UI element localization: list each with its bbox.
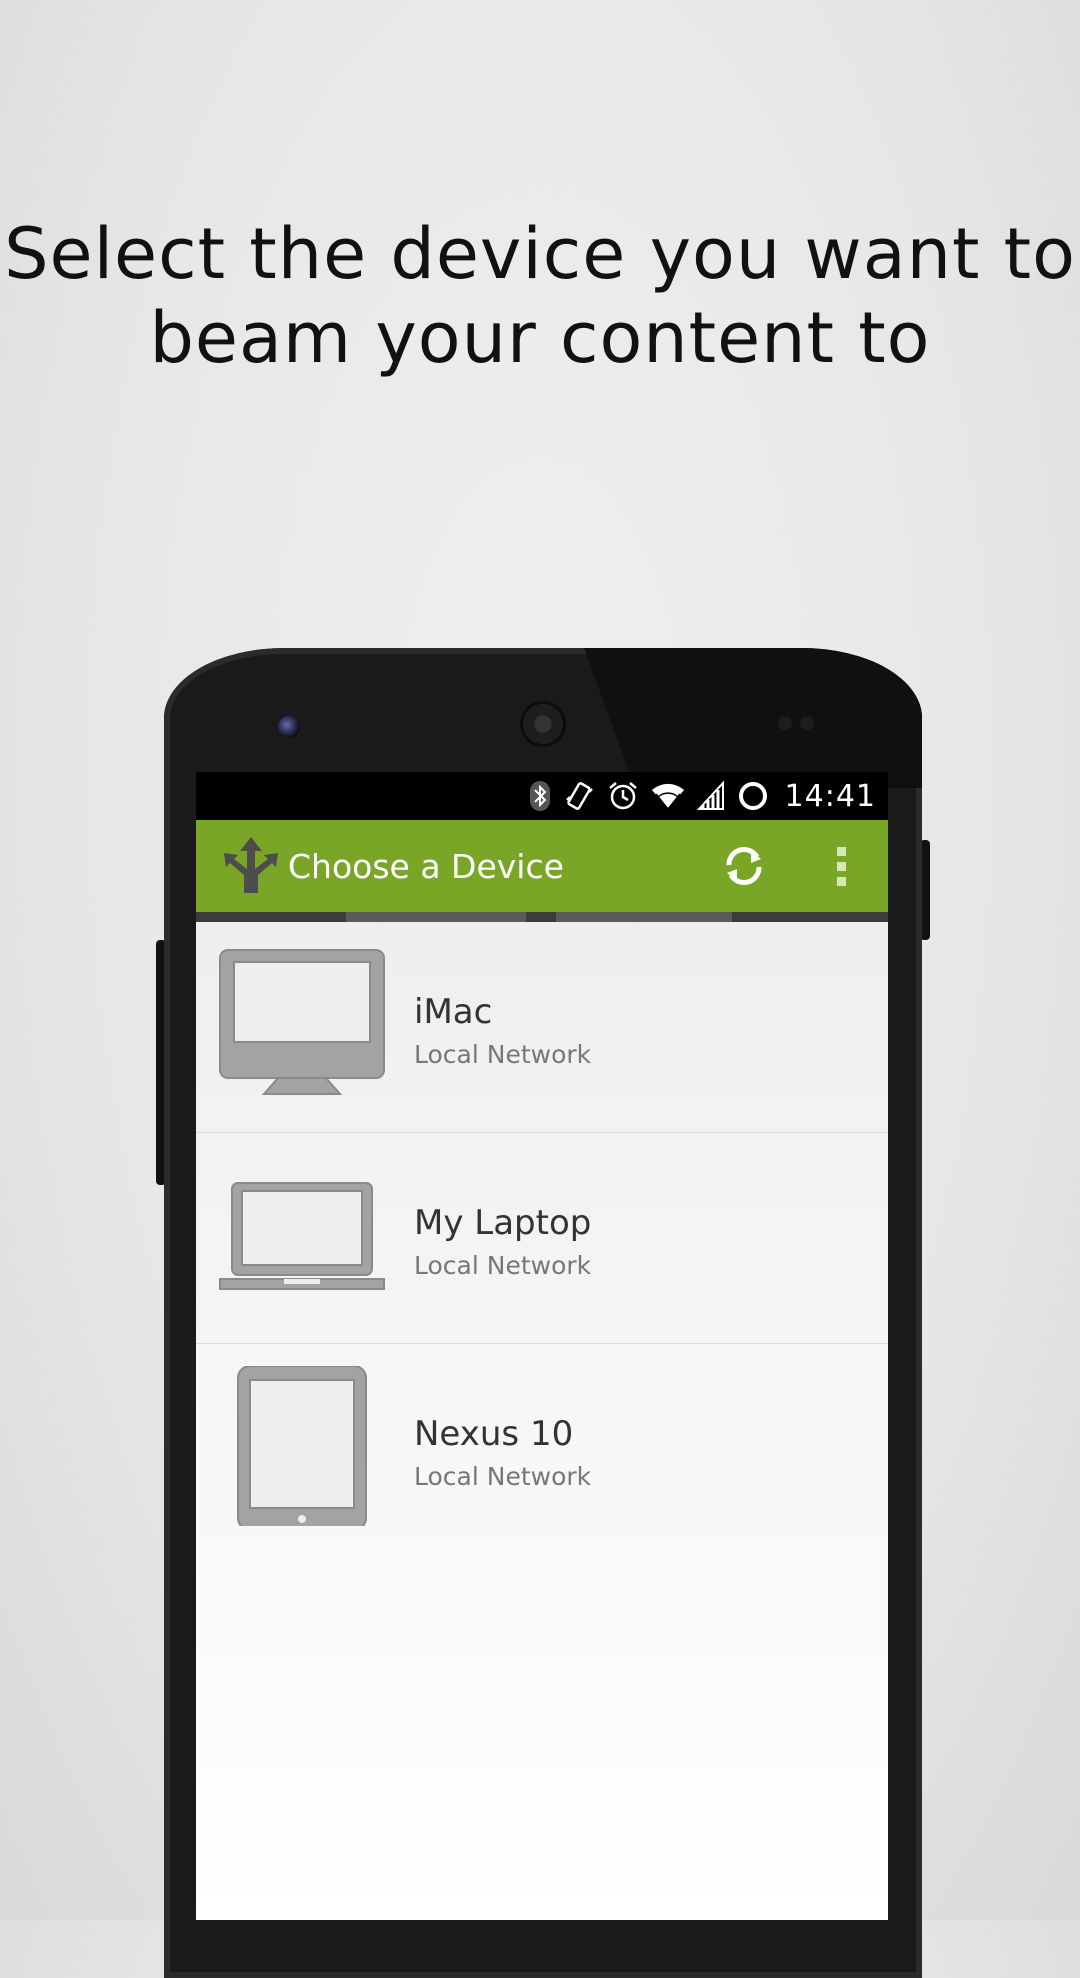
battery-ring-icon bbox=[737, 780, 769, 812]
device-row-my-laptop[interactable]: My Laptop Local Network bbox=[196, 1133, 888, 1344]
device-list: iMac Local Network My Laptop Local Netwo… bbox=[196, 922, 888, 1555]
app-logo-icon[interactable] bbox=[220, 835, 282, 897]
phone-gloss bbox=[584, 648, 922, 788]
device-name: My Laptop bbox=[414, 1203, 592, 1243]
device-network: Local Network bbox=[414, 1251, 592, 1280]
overflow-menu-button[interactable] bbox=[826, 836, 856, 896]
desktop-monitor-icon bbox=[219, 949, 385, 1095]
device-row-imac[interactable]: iMac Local Network bbox=[196, 922, 888, 1133]
light-sensor bbox=[800, 716, 814, 730]
tablet-icon bbox=[237, 1366, 367, 1526]
signal-icon bbox=[696, 781, 725, 811]
phone-screen: 14:41 Choose a Device iMac Local Network… bbox=[196, 772, 888, 1920]
device-name: iMac bbox=[414, 992, 493, 1032]
action-bar-title: Choose a Device bbox=[288, 846, 564, 886]
action-bar: Choose a Device bbox=[196, 820, 888, 912]
overflow-menu-icon bbox=[836, 846, 846, 856]
headline-line-2: beam your content to bbox=[149, 297, 931, 379]
refresh-button[interactable] bbox=[714, 836, 774, 896]
tab-strip bbox=[196, 912, 888, 922]
device-network: Local Network bbox=[414, 1040, 592, 1069]
device-row-nexus-10[interactable]: Nexus 10 Local Network bbox=[196, 1344, 888, 1555]
status-time: 14:41 bbox=[784, 778, 876, 814]
vibrate-icon bbox=[563, 780, 595, 812]
proximity-sensor bbox=[778, 716, 792, 730]
bluetooth-icon bbox=[529, 780, 551, 812]
device-name: Nexus 10 bbox=[414, 1414, 574, 1454]
headline: Select the device you want to beam your … bbox=[0, 212, 1080, 380]
device-network: Local Network bbox=[414, 1462, 592, 1491]
laptop-icon bbox=[219, 1182, 385, 1290]
earpiece-speaker bbox=[523, 704, 563, 744]
refresh-icon bbox=[726, 846, 762, 886]
front-camera bbox=[278, 716, 300, 738]
status-bar: 14:41 bbox=[196, 772, 888, 820]
headline-line-1: Select the device you want to bbox=[4, 213, 1076, 295]
wifi-icon bbox=[651, 781, 685, 811]
alarm-icon bbox=[607, 780, 639, 812]
